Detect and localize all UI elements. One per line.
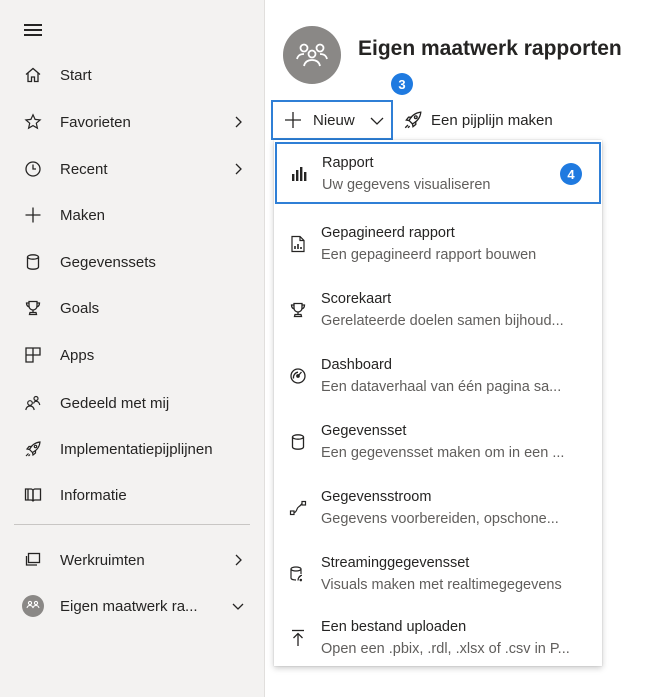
menu-item-scorekaart[interactable]: Scorekaart Gerelateerde doelen samen bij… bbox=[274, 278, 602, 342]
sidebar: Start Favorieten Recent Maken Gegevensse… bbox=[0, 0, 265, 697]
dataflow-icon bbox=[288, 498, 308, 518]
menu-item-description: Uw gegevens visualiseren bbox=[322, 177, 491, 193]
menu-item-description: Visuals maken met realtimegegevens bbox=[321, 577, 562, 593]
menu-item-description: Een dataverhaal van één pagina sa... bbox=[321, 379, 562, 395]
menu-item-title: Streaminggegevensset bbox=[321, 555, 470, 571]
step-badge-4: 4 bbox=[560, 163, 582, 185]
sidebar-item-goals[interactable]: Goals bbox=[0, 288, 265, 328]
sidebar-item-label: Recent bbox=[60, 160, 108, 178]
chevron-down-icon[interactable] bbox=[230, 598, 246, 614]
step-badge-3: 3 bbox=[391, 73, 413, 95]
gauge-icon bbox=[288, 366, 308, 386]
menu-item-paginated-report[interactable]: Gepagineerd rapport Een gepagineerd rapp… bbox=[274, 212, 602, 276]
create-pipeline-label: Een pijplijn maken bbox=[431, 111, 553, 129]
menu-item-title: Gegevensstroom bbox=[321, 489, 432, 505]
sidebar-item-gedeeld[interactable]: Gedeeld met mij bbox=[0, 383, 265, 423]
menu-item-title: Gepagineerd rapport bbox=[321, 225, 455, 241]
menu-item-description: Gegevens voorbereiden, opschone... bbox=[321, 511, 559, 527]
upload-icon bbox=[288, 628, 308, 648]
plus-icon bbox=[283, 110, 303, 130]
sidebar-item-recent[interactable]: Recent bbox=[0, 149, 265, 189]
chevron-down-icon bbox=[369, 113, 385, 129]
menu-item-streaming[interactable]: Streaminggegevensset Visuals maken met r… bbox=[274, 542, 602, 606]
menu-item-gegevensset[interactable]: Gegevensset Een gegevensset maken om in … bbox=[274, 410, 602, 474]
rocket-icon bbox=[403, 110, 423, 130]
sidebar-item-label: Werkruimten bbox=[60, 551, 145, 569]
database-icon bbox=[22, 251, 44, 273]
chevron-right-icon[interactable] bbox=[230, 552, 246, 568]
sidebar-item-gegevenssets[interactable]: Gegevenssets bbox=[0, 242, 265, 282]
group-icon bbox=[296, 43, 328, 67]
sidebar-item-label: Gegevenssets bbox=[60, 253, 156, 271]
chevron-right-icon[interactable] bbox=[230, 114, 246, 130]
sidebar-item-maken[interactable]: Maken bbox=[0, 195, 265, 235]
apps-icon bbox=[22, 344, 44, 366]
sidebar-item-label: Gedeeld met mij bbox=[60, 394, 170, 412]
sidebar-item-label: Informatie bbox=[60, 486, 127, 504]
sidebar-item-apps[interactable]: Apps bbox=[0, 335, 265, 375]
menu-item-title: Rapport bbox=[322, 155, 374, 171]
book-icon bbox=[22, 484, 44, 506]
trophy-icon bbox=[288, 300, 308, 320]
sidebar-item-label: Start bbox=[60, 66, 92, 84]
menu-item-description: Een gegevensset maken om in een ... bbox=[321, 445, 565, 461]
hamburger-menu-icon[interactable] bbox=[24, 24, 42, 36]
create-pipeline-button[interactable]: Een pijplijn maken bbox=[403, 108, 553, 132]
page-title: Eigen maatwerk rapporten bbox=[358, 37, 622, 60]
menu-item-upload[interactable]: Een bestand uploaden Open een .pbix, .rd… bbox=[274, 606, 602, 670]
clock-icon bbox=[22, 158, 44, 180]
sidebar-item-label: Maken bbox=[60, 206, 106, 224]
menu-item-rapport[interactable]: Rapport Uw gegevens visualiseren 4 bbox=[275, 142, 601, 204]
sidebar-item-label: Apps bbox=[60, 346, 95, 364]
sidebar-item-werkruimten[interactable]: Werkruimten bbox=[0, 540, 265, 580]
menu-item-title: Een bestand uploaden bbox=[321, 619, 467, 635]
rocket-icon bbox=[22, 438, 44, 460]
database-icon bbox=[288, 432, 308, 452]
sidebar-item-label: Eigen maatwerk ra... bbox=[60, 597, 198, 615]
streaming-icon bbox=[288, 564, 308, 584]
menu-item-description: Een gepagineerd rapport bouwen bbox=[321, 247, 537, 263]
workspaces-icon bbox=[22, 549, 44, 571]
menu-item-title: Scorekaart bbox=[321, 291, 392, 307]
menu-item-title: Dashboard bbox=[321, 357, 392, 373]
workspace-avatar-icon bbox=[22, 595, 44, 617]
sidebar-item-favorieten[interactable]: Favorieten bbox=[0, 102, 265, 142]
sidebar-item-label: Goals bbox=[60, 299, 100, 317]
plus-icon bbox=[22, 204, 44, 226]
sidebar-item-label: Implementatiepijplijnen bbox=[60, 440, 213, 458]
menu-item-dashboard[interactable]: Dashboard Een dataverhaal van één pagina… bbox=[274, 344, 602, 408]
menu-item-title: Gegevensset bbox=[321, 423, 407, 439]
sidebar-item-current-workspace[interactable]: Eigen maatwerk ra... bbox=[0, 586, 265, 626]
star-icon bbox=[22, 111, 44, 133]
sidebar-item-implementatiepijplijnen[interactable]: Implementatiepijplijnen bbox=[0, 429, 265, 469]
chevron-right-icon[interactable] bbox=[230, 161, 246, 177]
menu-item-gegevensstroom[interactable]: Gegevensstroom Gegevens voorbereiden, op… bbox=[274, 476, 602, 540]
shared-icon bbox=[22, 392, 44, 414]
sidebar-item-start[interactable]: Start bbox=[0, 55, 265, 95]
home-icon bbox=[22, 64, 44, 86]
menu-item-description: Open een .pbix, .rdl, .xlsx of .csv in P… bbox=[321, 641, 570, 657]
sidebar-divider bbox=[14, 524, 250, 525]
new-button[interactable]: Nieuw bbox=[271, 100, 393, 140]
new-button-label: Nieuw bbox=[313, 112, 355, 129]
sidebar-item-label: Favorieten bbox=[60, 113, 131, 131]
menu-item-description: Gerelateerde doelen samen bijhoud... bbox=[321, 313, 564, 329]
new-dropdown-menu: Rapport Uw gegevens visualiseren 4 Gepag… bbox=[274, 140, 602, 666]
workspace-avatar bbox=[283, 26, 341, 84]
trophy-icon bbox=[22, 297, 44, 319]
paginated-report-icon bbox=[288, 234, 308, 254]
bar-chart-icon bbox=[289, 164, 309, 184]
sidebar-item-informatie[interactable]: Informatie bbox=[0, 475, 265, 515]
